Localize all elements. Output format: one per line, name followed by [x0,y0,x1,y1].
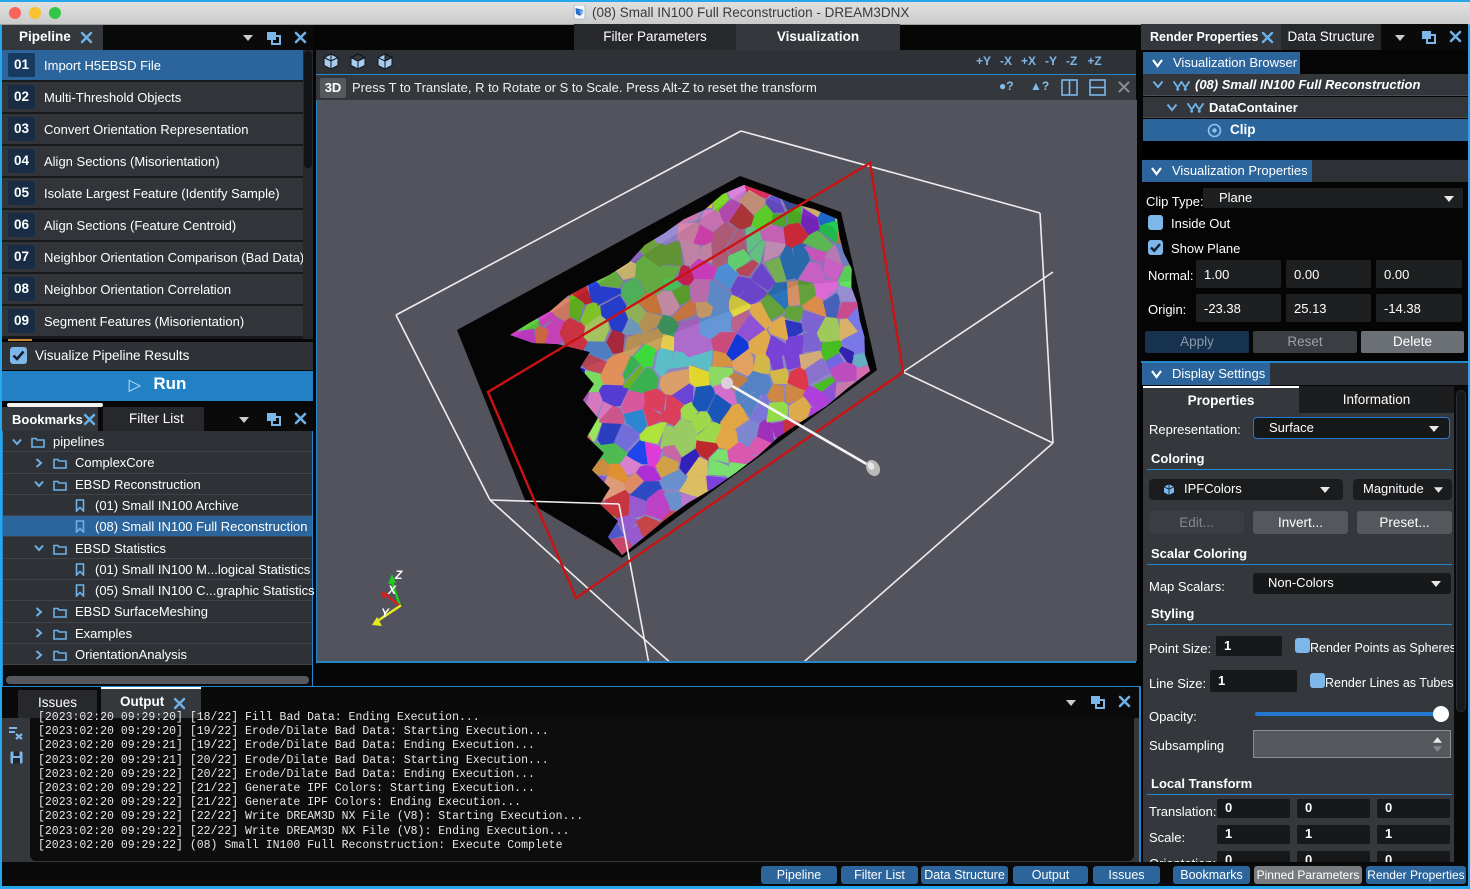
svg-text:X: X [387,583,397,597]
svg-text:Z: Z [394,568,403,582]
svg-text:Y: Y [381,606,390,620]
